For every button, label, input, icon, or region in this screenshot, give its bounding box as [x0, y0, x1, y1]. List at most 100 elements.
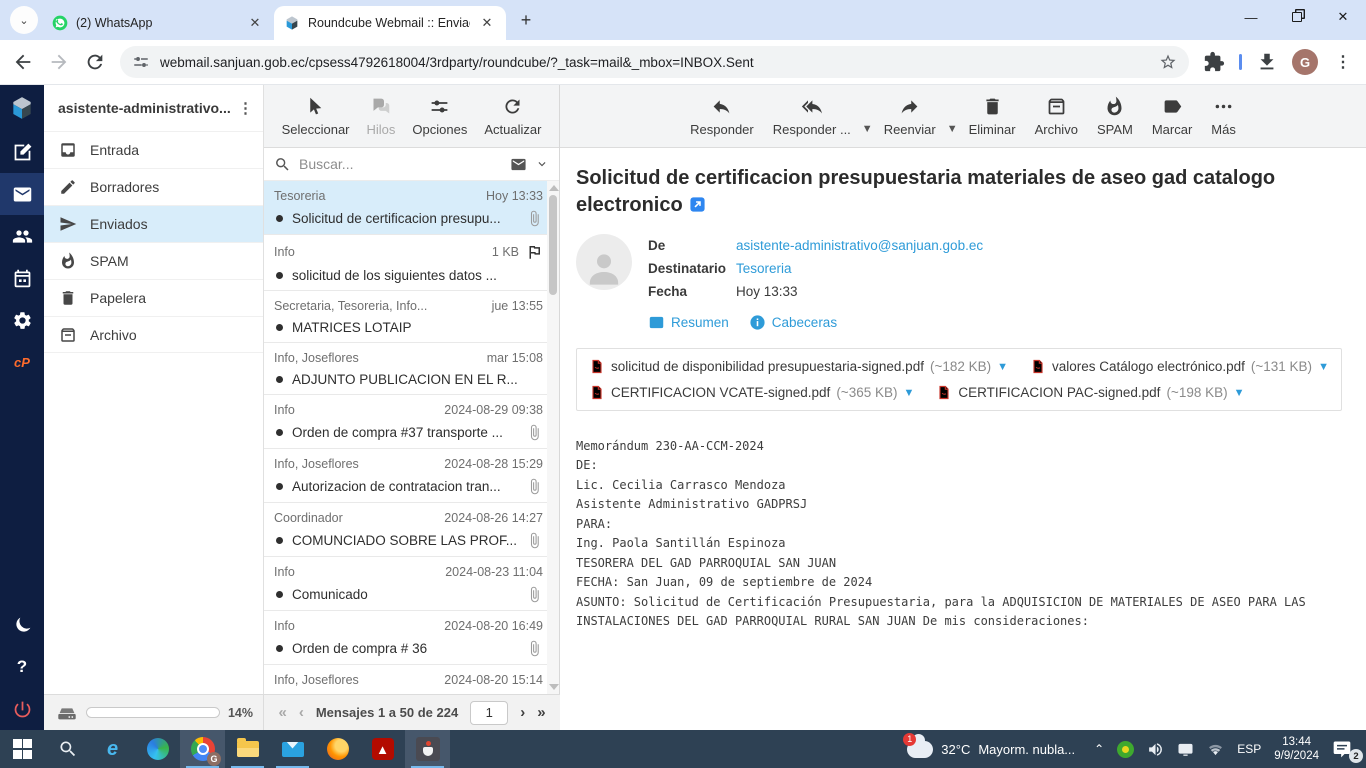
- minimize-button[interactable]: —: [1228, 0, 1274, 34]
- attachment-menu-icon[interactable]: ▼: [1234, 387, 1245, 399]
- attachment-link[interactable]: solicitud de disponibilidad presupuestar…: [589, 358, 1008, 375]
- browser-menu-icon[interactable]: ⋮: [1332, 51, 1354, 73]
- volume-icon[interactable]: [1147, 741, 1164, 758]
- message-list-item[interactable]: Info 2024-08-20 16:49 Orden de compra # …: [264, 611, 547, 665]
- nav-mail-button[interactable]: [0, 173, 44, 215]
- compose-button[interactable]: [0, 131, 44, 173]
- message-list-item[interactable]: Info, Joseflores mar 15:08 ADJUNTO PUBLI…: [264, 343, 547, 395]
- extensions-icon[interactable]: [1203, 51, 1225, 73]
- bookmark-star-icon[interactable]: [1159, 53, 1177, 71]
- message-list-item[interactable]: Info 1 KB solicitud de los siguientes da…: [264, 235, 547, 291]
- attachment-menu-icon[interactable]: ▼: [997, 361, 1008, 373]
- to-address-link[interactable]: Tesoreria: [736, 257, 792, 280]
- archive-button[interactable]: Archivo: [1035, 96, 1078, 137]
- taskbar-explorer-button[interactable]: [225, 730, 270, 768]
- attachment-menu-icon[interactable]: ▼: [1318, 361, 1329, 373]
- next-page-button[interactable]: ›: [520, 704, 525, 721]
- antivirus-tray-icon[interactable]: [1117, 741, 1134, 758]
- tab-whatsapp[interactable]: (2) WhatsApp ✕: [42, 6, 274, 40]
- folder-options-icon[interactable]: ⋮: [238, 99, 253, 117]
- reply-all-button[interactable]: Responder ...: [773, 96, 851, 137]
- tab-roundcube[interactable]: Roundcube Webmail :: Enviados ✕: [274, 6, 506, 40]
- close-button[interactable]: ✕: [1320, 0, 1366, 34]
- language-indicator[interactable]: ESP: [1237, 742, 1261, 756]
- message-list-item[interactable]: Tesoreria Hoy 13:33 Solicitud de certifi…: [264, 181, 547, 235]
- taskbar-chrome-button[interactable]: G: [180, 730, 225, 768]
- address-bar[interactable]: webmail.sanjuan.gob.ec/cpsess4792618004/…: [120, 46, 1189, 78]
- options-button[interactable]: Opciones: [412, 96, 467, 137]
- tab-close-icon[interactable]: ✕: [246, 14, 264, 32]
- open-in-new-window-icon[interactable]: [689, 196, 706, 213]
- help-button[interactable]: ?: [0, 646, 44, 688]
- summary-link[interactable]: Resumen: [648, 314, 729, 331]
- tab-search-button[interactable]: ⌄: [10, 6, 38, 34]
- dark-mode-button[interactable]: [0, 604, 44, 646]
- reload-icon[interactable]: [84, 51, 106, 73]
- folder-item-enviados[interactable]: Enviados: [44, 205, 263, 242]
- start-button[interactable]: [0, 730, 45, 768]
- logout-button[interactable]: [0, 688, 44, 730]
- more-button[interactable]: Más: [1211, 96, 1236, 137]
- search-scope-icon[interactable]: [510, 156, 527, 173]
- taskbar-acrobat-button[interactable]: ▲: [360, 730, 405, 768]
- attachment-link[interactable]: CERTIFICACION VCATE-signed.pdf (~365 KB)…: [589, 384, 914, 401]
- search-input[interactable]: [299, 156, 502, 172]
- nav-settings-button[interactable]: [0, 299, 44, 341]
- list-scrollbar[interactable]: [547, 181, 559, 694]
- mark-button[interactable]: Marcar: [1152, 96, 1192, 137]
- taskbar-ie-button[interactable]: e: [90, 730, 135, 768]
- message-list-item[interactable]: Secretaria, Tesoreria, Info... jue 13:55…: [264, 291, 547, 343]
- site-info-icon[interactable]: [132, 53, 150, 71]
- forward-caret-icon[interactable]: ▼: [947, 123, 958, 135]
- reply-all-caret-icon[interactable]: ▼: [862, 123, 873, 135]
- tray-expand-icon[interactable]: ⌃: [1094, 742, 1104, 756]
- search-options-chevron-icon[interactable]: [535, 157, 549, 171]
- reply-button[interactable]: Responder: [690, 96, 754, 137]
- refresh-button[interactable]: Actualizar: [484, 96, 541, 137]
- display-tray-icon[interactable]: [1177, 741, 1194, 758]
- delete-button[interactable]: Eliminar: [969, 96, 1016, 137]
- attachment-link[interactable]: CERTIFICACION PAC-signed.pdf (~198 KB) ▼: [936, 384, 1244, 401]
- message-list-item[interactable]: Info 2024-08-23 11:04 Comunicado: [264, 557, 547, 611]
- message-list-item[interactable]: Info, Joseflores 2024-08-28 15:29 Autori…: [264, 449, 547, 503]
- message-list-item[interactable]: Info 2024-08-29 09:38 Orden de compra #3…: [264, 395, 547, 449]
- forward-button[interactable]: Reenviar: [884, 96, 936, 137]
- headers-link[interactable]: Cabeceras: [749, 314, 837, 331]
- spam-button[interactable]: SPAM: [1097, 96, 1133, 137]
- attachment-link[interactable]: valores Catálogo electrónico.pdf (~131 K…: [1030, 358, 1329, 375]
- nav-contacts-button[interactable]: [0, 215, 44, 257]
- taskbar-edge-button[interactable]: [135, 730, 180, 768]
- attachment-menu-icon[interactable]: ▼: [903, 387, 914, 399]
- message-list-item[interactable]: Coordinador 2024-08-26 14:27 COMUNCIADO …: [264, 503, 547, 557]
- folder-item-borradores[interactable]: Borradores: [44, 168, 263, 205]
- forward-icon[interactable]: [48, 51, 70, 73]
- nav-cpanel-button[interactable]: cP: [0, 341, 44, 383]
- message-list-item[interactable]: Info, Joseflores 2024-08-20 15:14: [264, 665, 547, 694]
- flag-icon[interactable]: [525, 243, 543, 261]
- threads-button[interactable]: Hilos: [367, 96, 396, 137]
- taskbar-mail-button[interactable]: [270, 730, 315, 768]
- nav-calendar-button[interactable]: [0, 257, 44, 299]
- roundcube-logo[interactable]: [0, 85, 44, 131]
- select-button[interactable]: Seleccionar: [282, 96, 350, 137]
- folder-item-entrada[interactable]: Entrada: [44, 131, 263, 168]
- folder-item-spam[interactable]: SPAM: [44, 242, 263, 279]
- first-page-button[interactable]: «: [278, 704, 286, 721]
- taskbar-java-button[interactable]: [405, 730, 450, 768]
- new-tab-button[interactable]: +: [512, 6, 540, 34]
- scrollbar-thumb[interactable]: [549, 195, 557, 295]
- page-input[interactable]: [470, 701, 508, 725]
- downloads-icon[interactable]: [1256, 51, 1278, 73]
- tab-close-icon[interactable]: ✕: [478, 14, 496, 32]
- weather-widget[interactable]: 1 32°C Mayorm. nubla...: [901, 741, 1081, 758]
- prev-page-button[interactable]: ‹: [299, 704, 304, 721]
- restore-button[interactable]: [1274, 0, 1320, 34]
- taskbar-clock[interactable]: 13:44 9/9/2024: [1274, 735, 1319, 764]
- notifications-button[interactable]: 2: [1332, 739, 1356, 759]
- taskbar-search-button[interactable]: [45, 730, 90, 768]
- last-page-button[interactable]: »: [537, 704, 545, 721]
- from-address-link[interactable]: asistente-administrativo@sanjuan.gob.ec: [736, 234, 983, 257]
- profile-avatar[interactable]: G: [1292, 49, 1318, 75]
- folder-item-papelera[interactable]: Papelera: [44, 279, 263, 316]
- taskbar-firefox-button[interactable]: [315, 730, 360, 768]
